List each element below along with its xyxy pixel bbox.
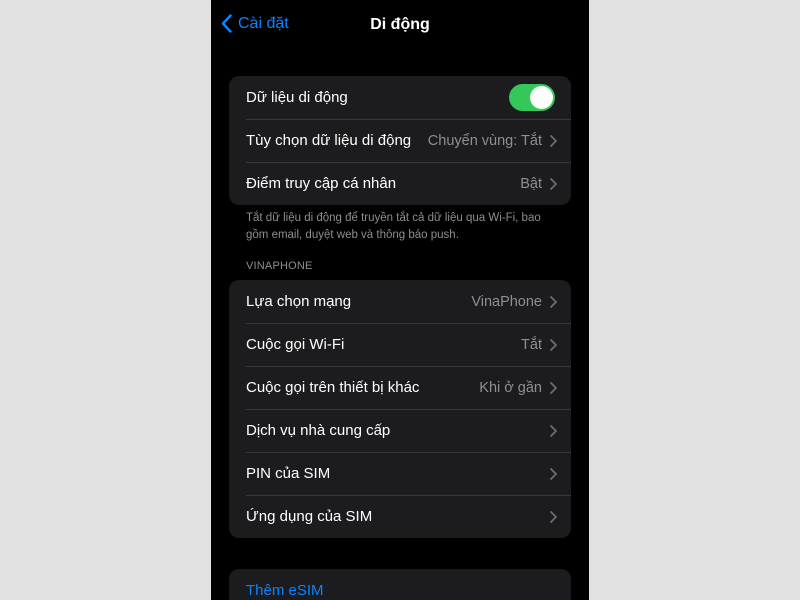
chevron-right-icon [550,381,557,394]
navigation-bar: Cài đặt Di động [211,0,589,52]
sim-pin-label: PIN của SIM [246,465,331,482]
chevron-right-icon [550,295,557,308]
cellular-data-label: Dữ liệu di động [246,89,348,106]
carrier-section-header: VINAPHONE [246,260,313,272]
calls-on-other-devices-row[interactable]: Cuộc gọi trên thiết bị khác Khi ở gần [229,366,571,409]
calls-on-other-devices-label: Cuộc gọi trên thiết bị khác [246,379,420,396]
add-esim-row[interactable]: Thêm eSIM [229,569,571,600]
cellular-data-row[interactable]: Dữ liệu di động [229,76,571,119]
settings-screen: Cài đặt Di động Dữ liệu di động Tùy chọn… [211,0,589,600]
carrier-group: Lựa chọn mạng VinaPhone Cuộc gọi Wi-Fi T… [229,280,571,538]
cellular-data-options-label: Tùy chọn dữ liệu di động [246,132,412,149]
network-selection-row[interactable]: Lựa chọn mạng VinaPhone [229,280,571,323]
calls-on-other-devices-value: Khi ở gần [479,379,542,396]
page-title: Di động [370,16,430,33]
chevron-right-icon [550,134,557,147]
personal-hotspot-value: Bật [520,175,542,192]
chevron-right-icon [550,338,557,351]
sim-applications-row[interactable]: Ứng dụng của SIM [229,495,571,538]
carrier-services-row[interactable]: Dịch vụ nhà cung cấp [229,409,571,452]
wifi-calling-value: Tắt [521,336,542,353]
cellular-data-footnote: Tắt dữ liệu di động để truyền tắt cả dữ … [246,212,541,241]
chevron-right-icon [550,177,557,190]
network-selection-label: Lựa chọn mạng [246,293,352,310]
chevron-right-icon [550,510,557,523]
cellular-data-options-row[interactable]: Tùy chọn dữ liệu di động Chuyển vùng: Tắ… [229,119,571,162]
cellular-data-toggle[interactable] [509,84,555,111]
personal-hotspot-label: Điểm truy cập cá nhân [246,175,397,192]
sim-pin-row[interactable]: PIN của SIM [229,452,571,495]
toggle-knob [530,86,553,109]
wifi-calling-row[interactable]: Cuộc gọi Wi-Fi Tắt [229,323,571,366]
cellular-data-options-value: Chuyển vùng: Tắt [427,132,542,149]
network-selection-value: VinaPhone [471,293,542,310]
wifi-calling-label: Cuộc gọi Wi-Fi [246,336,345,353]
add-esim-button[interactable]: Thêm eSIM [246,582,324,599]
chevron-right-icon [550,424,557,437]
personal-hotspot-row[interactable]: Điểm truy cập cá nhân Bật [229,162,571,205]
sim-applications-label: Ứng dụng của SIM [246,508,373,525]
chevron-right-icon [550,467,557,480]
esim-group: Thêm eSIM [229,569,571,600]
cellular-data-group: Dữ liệu di động Tùy chọn dữ liệu di động… [229,76,571,205]
carrier-services-label: Dịch vụ nhà cung cấp [246,422,391,439]
